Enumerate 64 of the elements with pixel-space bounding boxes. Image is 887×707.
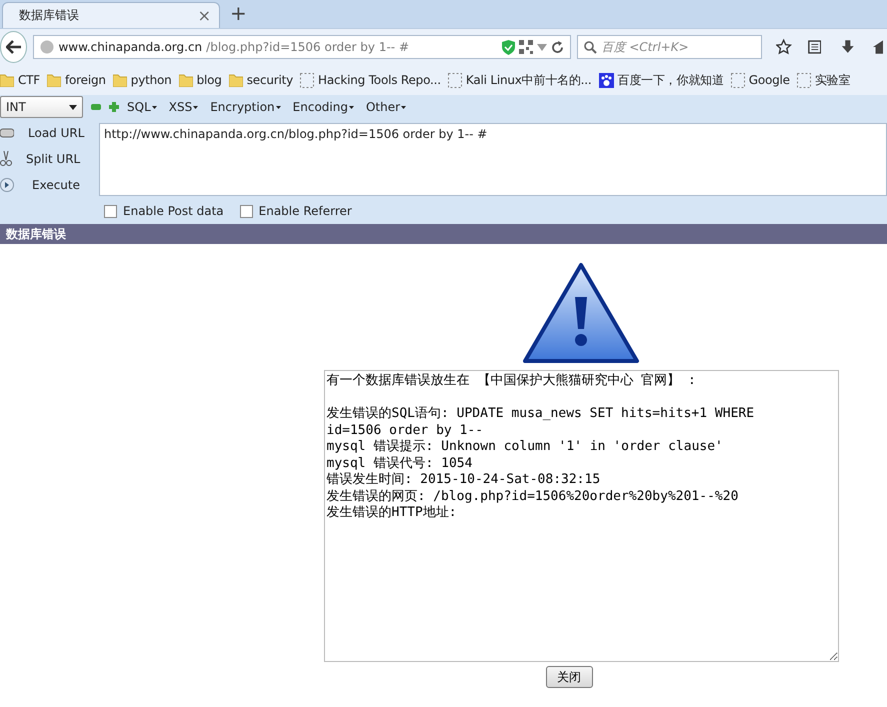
bookmark[interactable]: CTF [0,73,40,87]
url-host: www.chinapanda.org.cn [58,40,202,54]
dropdown-icon[interactable] [537,44,548,50]
caret-icon [401,106,406,110]
page-icon [796,72,811,88]
folder-icon [47,74,62,86]
folder-icon [112,74,127,86]
checkbox-label: Enable Post data [123,204,224,218]
bookmark[interactable]: Google [730,72,790,88]
star-icon[interactable] [776,38,792,56]
shield-icon [502,40,516,54]
reload-icon[interactable] [551,40,564,54]
caret-icon [348,106,354,110]
caret-icon [276,106,281,110]
bookmark[interactable]: Hacking Tools Repo... [300,72,441,88]
folder-icon [178,74,193,86]
checkbox-label: Enable Referrer [258,204,352,218]
warning-icon [522,262,640,364]
qr-code-icon[interactable] [519,40,534,54]
hackbar-action[interactable]: Execute [0,175,99,195]
page-icon [448,72,462,88]
reading-list-icon[interactable] [808,39,822,55]
tab-title: 数据库错误 [19,7,79,24]
hackbar-action[interactable]: Split URL [0,149,99,169]
url-input[interactable]: http://www.chinapanda.org.cn/blog.php?id=1506 order by 1-- # [99,123,887,196]
checkbox[interactable] [240,204,253,218]
bookmark[interactable]: 百度一下，你就知道 [598,72,724,88]
menu-item[interactable]: XSS [168,100,198,114]
bookmark[interactable]: Kali Linux中前十名的... [448,72,592,88]
menu-item[interactable]: Encoding [292,100,354,114]
search-field[interactable]: 百度 <Ctrl+K> [577,35,762,59]
bookmark[interactable]: python [112,73,172,87]
browser-tab[interactable]: 数据库错误 × [2,2,220,28]
menu-item[interactable]: Other [366,100,406,114]
menu-item[interactable]: SQL [127,100,157,114]
new-tab-button[interactable]: + [230,1,247,25]
page-icon [730,72,745,88]
address-bar[interactable]: www.chinapanda.org.cn /blog.php?id=1506 order by 1-- # [33,35,572,59]
paw-icon [598,72,614,88]
caret-icon [193,106,198,110]
folder-icon [0,74,14,86]
close-button[interactable]: 关闭 [546,666,592,688]
search-icon [584,40,598,54]
type-select[interactable]: INT [0,96,83,118]
caret-icon [152,106,157,110]
page-title-bar: 数据库错误 [0,224,887,244]
url-path: /blog.php?id=1506 order by 1-- # [206,40,410,54]
checkbox[interactable] [104,204,117,218]
folder-icon [228,74,243,86]
close-icon[interactable]: × [198,6,211,25]
back-button[interactable] [0,31,28,63]
search-placeholder: 百度 <Ctrl+K> [601,38,689,56]
caret-icon [69,104,77,110]
bookmark[interactable]: security [228,73,294,87]
page-icon [300,72,314,88]
download-icon[interactable] [841,39,855,55]
error-details[interactable]: 有一个数据库错误放生在 【中国保护大熊猫研究中心 官网】 : 发生错误的SQL语句: UPDATE musa_news SET hits=hits+1 WHERE id=1506 order by 1-- mysql 错误提示: Unknown column '1' in 'order clause' mysql 错误代号: 1054 错误发生时间: 2015-10-24-Sat-08:32:15 发生错误的网页: /blog.php?id=1506%20order%20by%201--%20 发生错误的HTTP地址: [324,370,838,662]
hackbar-action[interactable]: Load URL [0,123,99,143]
back-arrow-icon [6,40,22,54]
bookmark[interactable]: blog [178,73,222,87]
bookmark[interactable]: foreign [47,73,106,87]
bookmark[interactable]: 实验室 [796,72,850,88]
scissors-icon [0,151,12,167]
menu-item[interactable]: Encryption [210,100,281,114]
